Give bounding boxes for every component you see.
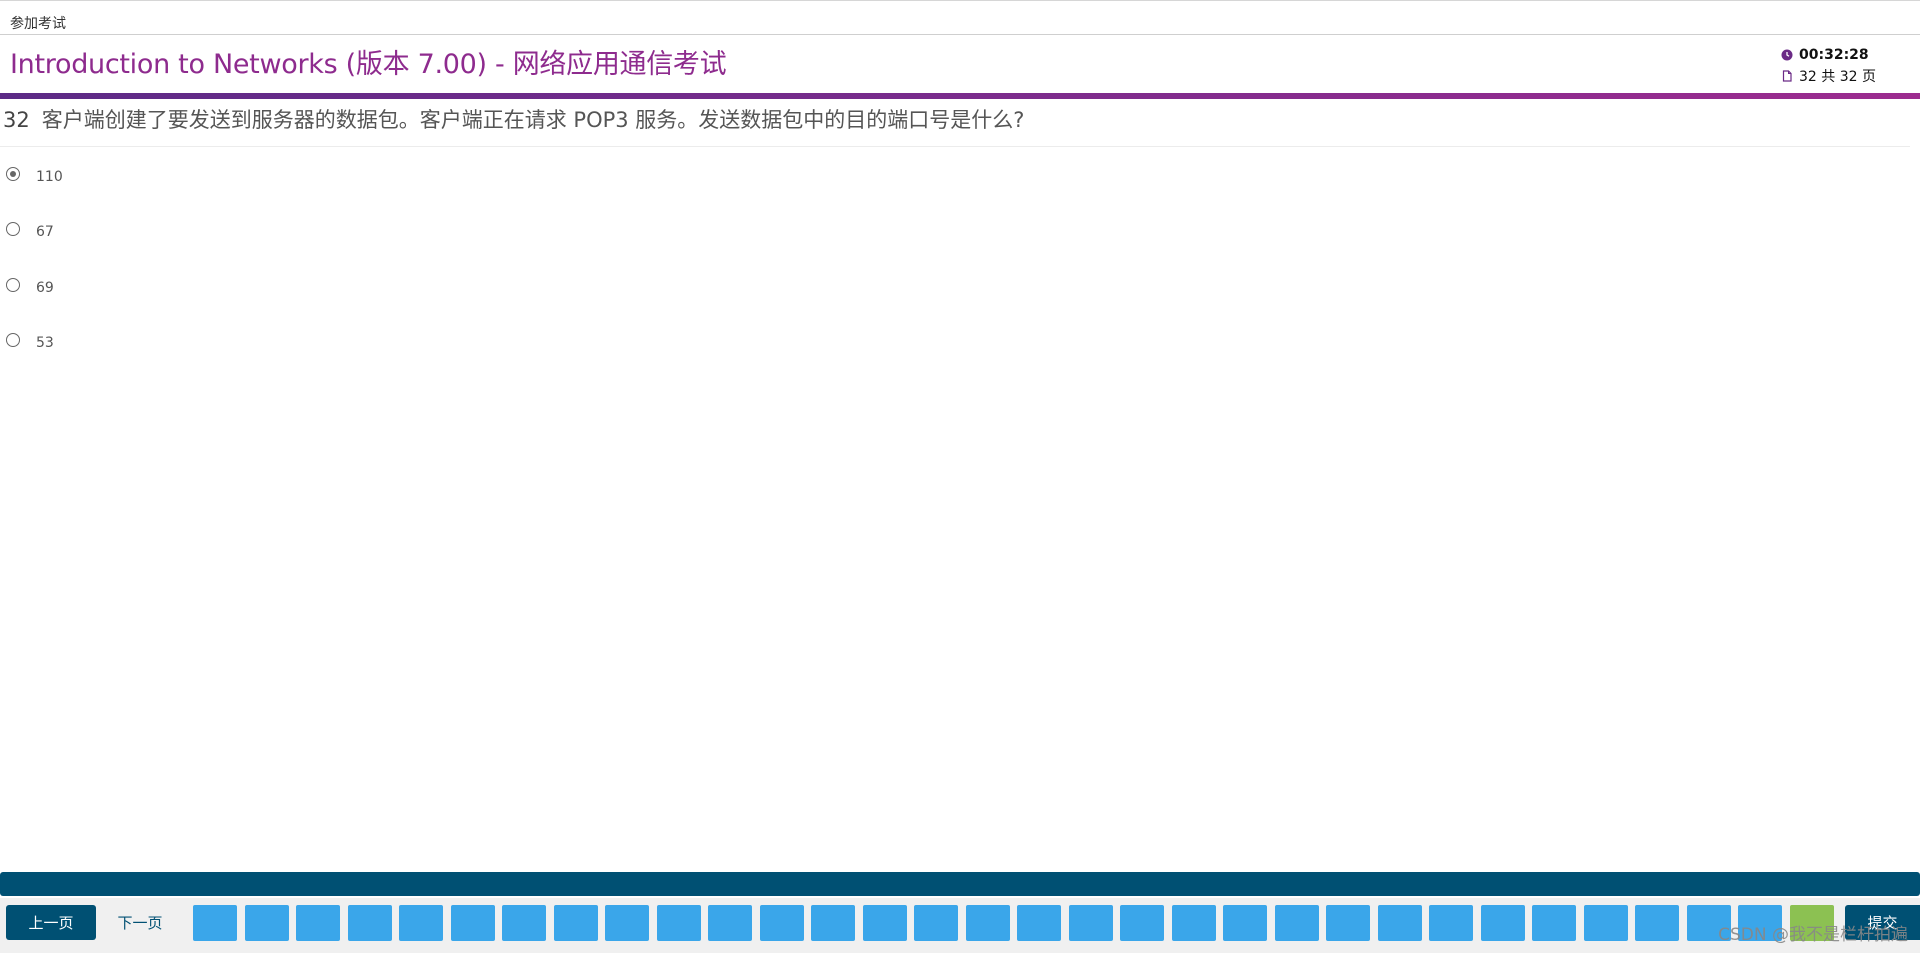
watermark: CSDN @我不是栏杆拍遍 [1718,925,1908,945]
page-box[interactable] [1172,905,1216,941]
option-label[interactable]: 69 [36,280,54,296]
page-box[interactable] [1532,905,1576,941]
question-body: 客户端创建了要发送到服务器的数据包。客户端正在请求 POP3 服务。发送数据包中… [41,108,1025,132]
page-box[interactable] [1635,905,1679,941]
page-indicator: 32 共 32 页 [1799,68,1876,85]
page-box[interactable] [1378,905,1422,941]
page-box[interactable] [1429,905,1473,941]
page-box[interactable] [1481,905,1525,941]
page-box[interactable] [657,905,701,941]
page-box[interactable] [1223,905,1267,941]
page-box[interactable] [296,905,340,941]
page-box[interactable] [1120,905,1164,941]
timer-row: 00:32:28 [1772,44,1912,65]
radio-button[interactable] [6,222,20,236]
page-box[interactable] [811,905,855,941]
exam-title: Introduction to Networks (版本 7.00) - 网络应… [10,49,727,80]
previous-page-button[interactable]: 上一页 [6,905,96,940]
breadcrumb[interactable]: 参加考试 [10,13,66,33]
title-underline [0,93,1920,99]
page-box[interactable] [1326,905,1370,941]
timer: 00:32:28 [1799,46,1869,63]
option-label[interactable]: 53 [36,335,54,351]
page-box[interactable] [502,905,546,941]
page-indicator-row: 32 共 32 页 [1772,65,1912,86]
radio-button[interactable] [6,278,20,292]
top-border [0,0,1920,1]
page-box[interactable] [245,905,289,941]
question-number: 32 [3,108,30,132]
page-box[interactable] [193,905,237,941]
answer-option[interactable]: 69 [6,277,54,296]
question-text: 32 客户端创建了要发送到服务器的数据包。客户端正在请求 POP3 服务。发送数据… [3,104,1024,134]
radio-button-selected[interactable] [6,167,20,181]
page-box[interactable] [605,905,649,941]
next-page-button[interactable]: 下一页 [100,905,180,940]
page-box[interactable] [399,905,443,941]
page-box[interactable] [708,905,752,941]
page-box[interactable] [451,905,495,941]
document-icon [1781,69,1793,82]
page-box[interactable] [1069,905,1113,941]
page-box[interactable] [760,905,804,941]
answer-option[interactable]: 110 [6,166,63,185]
exam-meta: 00:32:28 32 共 32 页 [1772,44,1912,86]
clock-icon [1781,49,1793,61]
page-box[interactable] [966,905,1010,941]
answer-option[interactable]: 67 [6,221,54,240]
option-label[interactable]: 67 [36,224,54,240]
option-label[interactable]: 110 [36,169,63,185]
page-box[interactable] [1584,905,1628,941]
page-box[interactable] [914,905,958,941]
page-box[interactable] [1017,905,1061,941]
header-separator [0,34,1920,35]
question-separator [0,146,1910,147]
radio-button[interactable] [6,333,20,347]
page-box[interactable] [348,905,392,941]
answer-option[interactable]: 53 [6,332,54,351]
page-box[interactable] [1275,905,1319,941]
page-box[interactable] [554,905,598,941]
footer-band [0,872,1920,896]
page-box[interactable] [863,905,907,941]
